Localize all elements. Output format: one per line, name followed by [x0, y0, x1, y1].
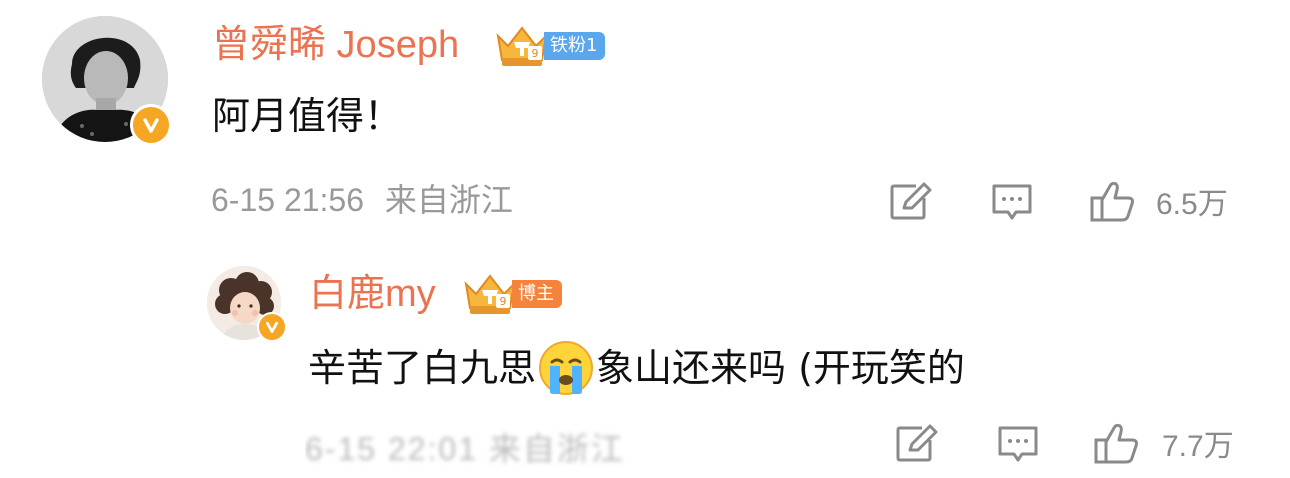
repost-button[interactable] [888, 182, 932, 222]
like-button[interactable]: 7.7万 [1094, 420, 1234, 466]
reply-button[interactable] [996, 424, 1040, 464]
crown-badge-icon: 9 [496, 26, 548, 66]
blogger-tag: 博主 [512, 280, 562, 308]
reply-icon [992, 184, 1032, 220]
blurred-meta-text: 6-15 22:01 来自浙江 [305, 431, 625, 466]
reply-text-part1: 辛苦了白九思 [308, 346, 537, 390]
fan-badge[interactable]: 9 铁粉1 [494, 22, 606, 70]
like-thumb-icon [1090, 181, 1134, 222]
repost-icon [890, 182, 932, 220]
blogger-badge[interactable]: 9 博主 [462, 270, 562, 318]
username[interactable]: 白鹿my [309, 275, 436, 313]
svg-text:9: 9 [500, 295, 507, 308]
repost-icon [896, 424, 938, 462]
fan-level-tag: 铁粉1 [544, 32, 606, 60]
crown-badge-icon: 9 [464, 274, 516, 314]
reply-card: 白鹿my 9 博主 辛苦了白九思 象山还来吗 (开玩笑的 6-15 22:01 … [0, 262, 1290, 478]
crying-face-emoji [539, 341, 594, 395]
reply-text-part2: 象山还来吗 (开玩笑的 [596, 346, 965, 390]
location: 来自浙江 [384, 182, 513, 218]
reply-meta-blurred: 6-15 22:01 来自浙江 [305, 420, 655, 466]
username[interactable]: 曾舜晞 Joseph [212, 26, 459, 64]
verified-v-icon [257, 312, 287, 342]
like-count: 6.5万 [1156, 188, 1228, 221]
like-button[interactable]: 6.5万 [1090, 178, 1228, 224]
verified-v-icon [130, 104, 172, 146]
like-count: 7.7万 [1162, 430, 1234, 463]
like-thumb-icon [1094, 423, 1138, 464]
reply-text: 辛苦了白九思 象山还来吗 (开玩笑的 [308, 340, 965, 396]
comment-card: 曾舜晞 Joseph 9 铁粉1 阿月值得！ 6-15 21:56 来自浙江 6… [0, 0, 1290, 240]
comment-text: 阿月值得！ [212, 94, 403, 138]
reply-button[interactable] [990, 182, 1034, 222]
comment-time: 6-15 21:56 来自浙江 [211, 184, 513, 216]
repost-button[interactable] [894, 424, 938, 464]
timestamp: 6-15 21:56 [211, 182, 365, 218]
svg-text:9: 9 [532, 47, 539, 60]
reply-icon [998, 426, 1038, 462]
